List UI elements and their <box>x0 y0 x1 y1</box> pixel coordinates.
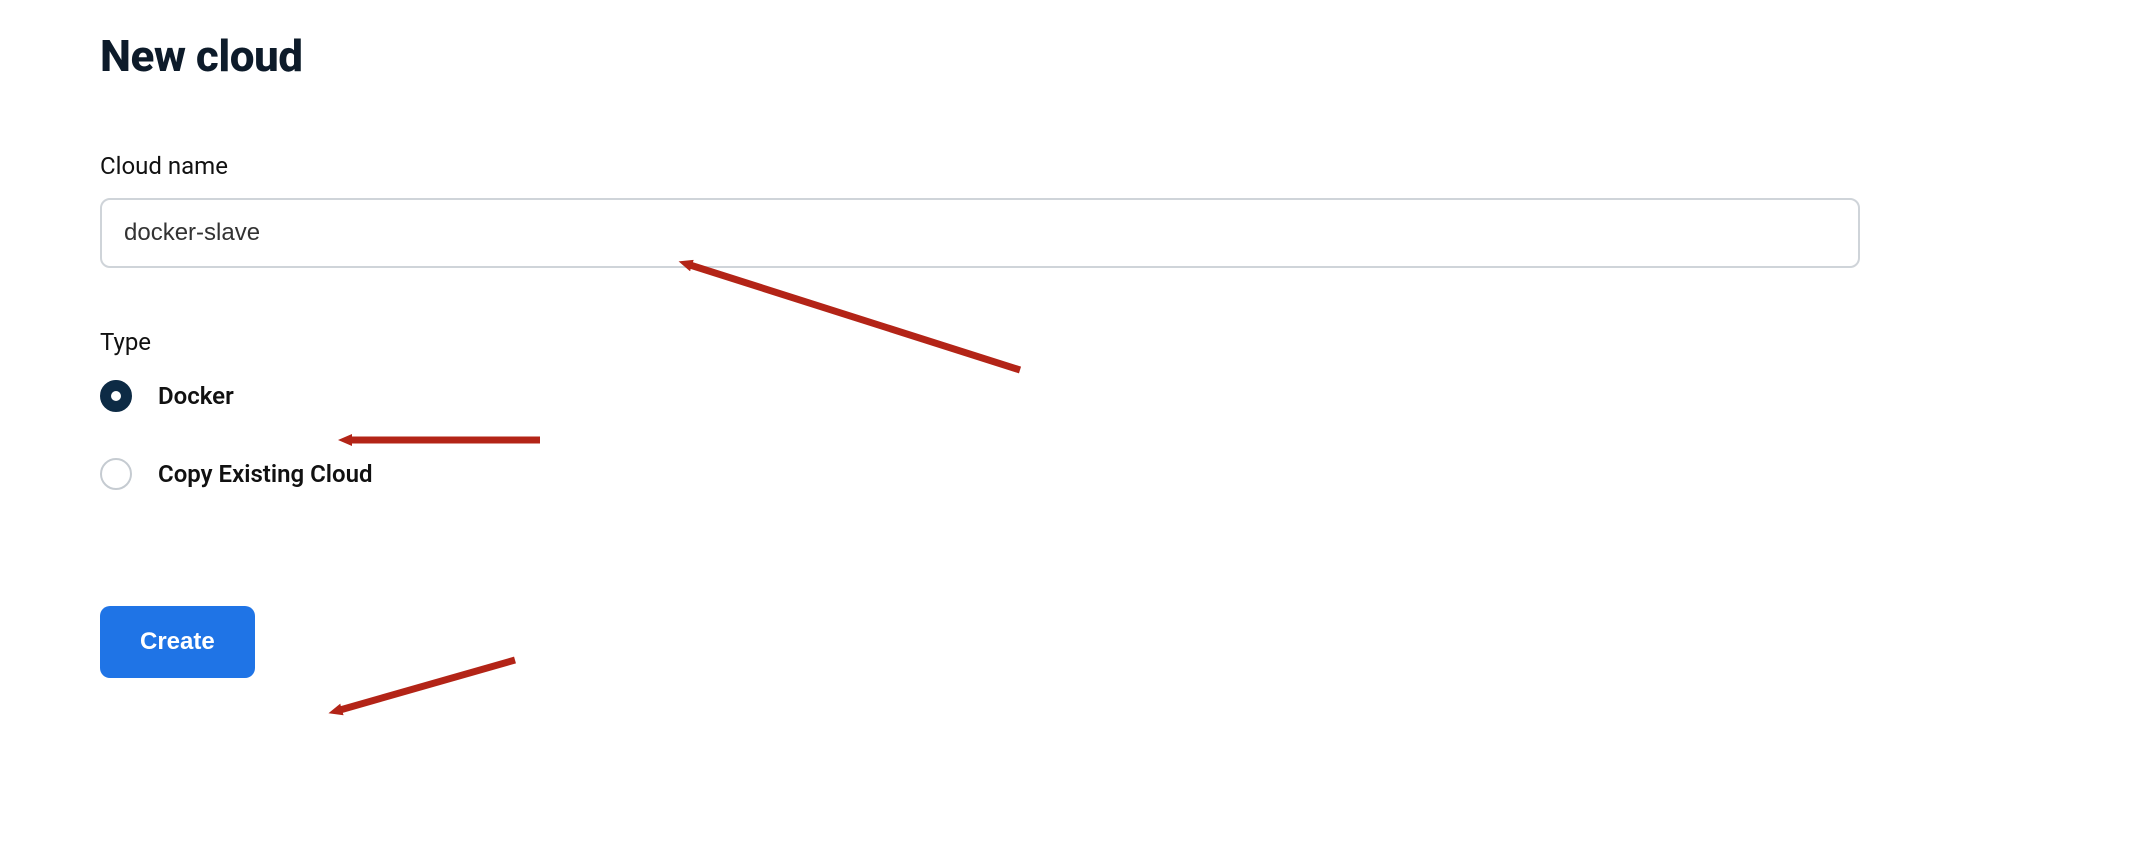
cloud-name-field: Cloud name <box>100 152 1860 268</box>
type-field: Type Docker Copy Existing Cloud <box>100 328 1860 490</box>
cloud-name-input[interactable] <box>100 198 1860 268</box>
radio-option-copy-existing[interactable]: Copy Existing Cloud <box>100 458 1860 490</box>
radio-icon <box>100 380 132 412</box>
type-label: Type <box>100 328 1860 356</box>
type-radio-group: Docker Copy Existing Cloud <box>100 380 1860 490</box>
radio-option-docker[interactable]: Docker <box>100 380 1860 412</box>
cloud-name-label: Cloud name <box>100 152 1860 180</box>
radio-label: Copy Existing Cloud <box>158 460 373 488</box>
page-title: New cloud <box>100 30 1860 82</box>
create-button[interactable]: Create <box>100 606 255 678</box>
form-container: New cloud Cloud name Type Docker Copy Ex… <box>100 30 1860 678</box>
radio-icon <box>100 458 132 490</box>
radio-label: Docker <box>158 382 234 410</box>
